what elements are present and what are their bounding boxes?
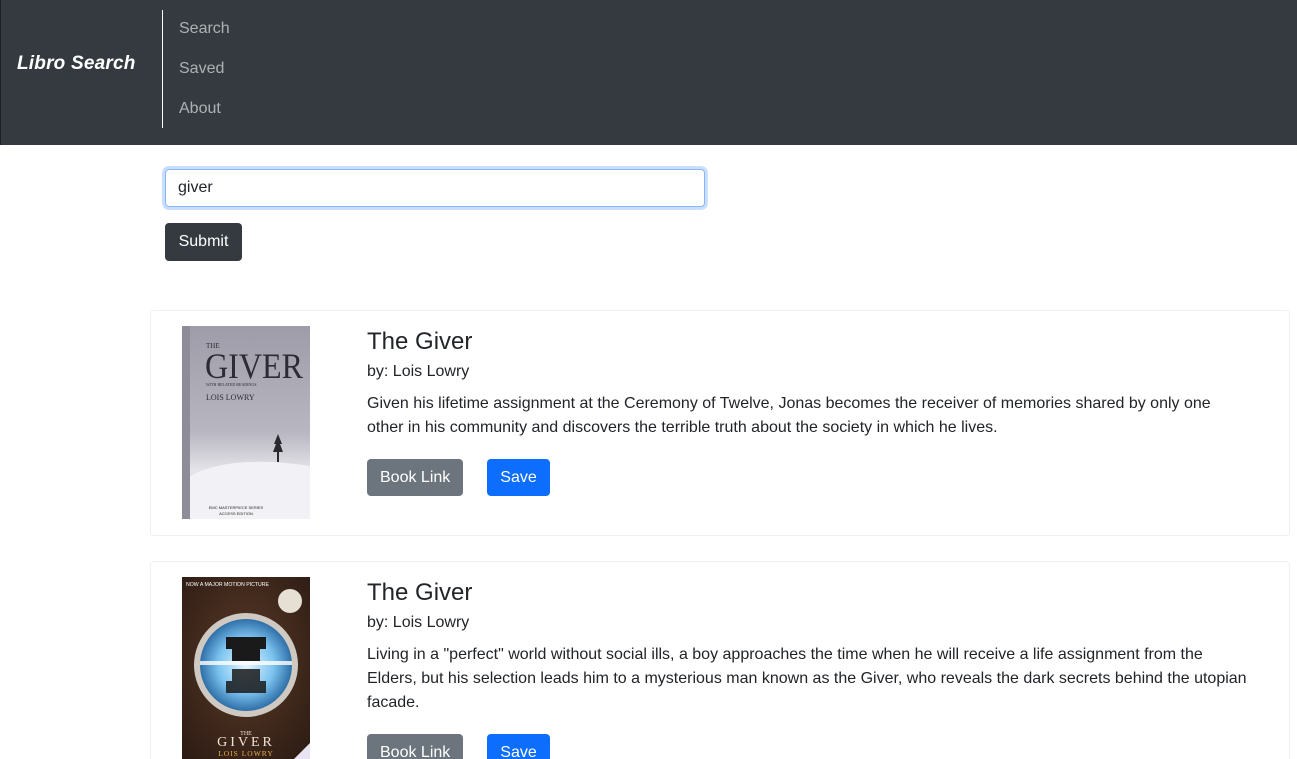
navbar: Libro Search Search Saved About: [0, 0, 1297, 145]
svg-text:EMC MASTERPIECE SERIES: EMC MASTERPIECE SERIES: [209, 505, 264, 510]
svg-text:WITH RELATED READINGS: WITH RELATED READINGS: [206, 382, 256, 387]
book-author: by: Lois Lowry: [367, 363, 470, 380]
book-actions: Book Link Save: [367, 734, 1247, 759]
save-button[interactable]: Save: [487, 459, 550, 496]
book-card-body: The Giver by: Lois Lowry Given his lifet…: [367, 327, 1247, 496]
svg-text:GIVER: GIVER: [205, 346, 303, 386]
book-link-button[interactable]: Book Link: [367, 734, 464, 759]
book-link-button[interactable]: Book Link: [367, 459, 464, 496]
nav-link-saved[interactable]: Saved: [179, 59, 230, 99]
svg-text:GIVER: GIVER: [217, 735, 275, 750]
book-title: The Giver: [367, 328, 473, 355]
nav-links: Search Saved About: [179, 19, 230, 139]
book-description: Given his lifetime assignment at the Cer…: [367, 395, 1211, 436]
nav-divider: [162, 10, 163, 128]
book-card: THE GIVER WITH RELATED READINGS LOIS LOW…: [150, 310, 1290, 536]
book-card: NOW A MAJOR MOTION PICTURE THE GIVER LOI…: [150, 561, 1290, 759]
book-card-body: The Giver by: Lois Lowry Living in a "pe…: [367, 578, 1247, 759]
book-title: The Giver: [367, 579, 473, 606]
book-description: Living in a "perfect" world without soci…: [367, 646, 1247, 711]
nav-link-search[interactable]: Search: [179, 19, 230, 59]
book-cover-image: THE GIVER WITH RELATED READINGS LOIS LOW…: [182, 326, 310, 519]
submit-button[interactable]: Submit: [165, 223, 242, 261]
nav-link-about[interactable]: About: [179, 99, 230, 139]
save-button[interactable]: Save: [487, 734, 550, 759]
svg-text:LOIS LOWRY: LOIS LOWRY: [218, 749, 274, 758]
book-cover-image: NOW A MAJOR MOTION PICTURE THE GIVER LOI…: [182, 577, 310, 759]
svg-text:ACCESS EDITION: ACCESS EDITION: [219, 511, 253, 516]
book-author: by: Lois Lowry: [367, 614, 470, 631]
svg-text:LOIS LOWRY: LOIS LOWRY: [206, 393, 255, 402]
brand-logo[interactable]: Libro Search: [17, 53, 136, 75]
book-actions: Book Link Save: [367, 459, 1247, 496]
svg-text:NOW A MAJOR MOTION PICTURE: NOW A MAJOR MOTION PICTURE: [186, 582, 270, 588]
search-input[interactable]: [165, 169, 705, 207]
